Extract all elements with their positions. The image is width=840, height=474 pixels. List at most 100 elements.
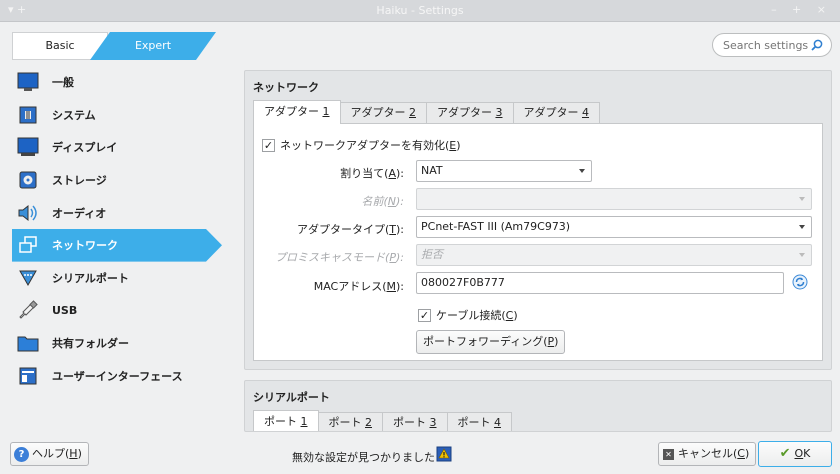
cable-connected-checkbox[interactable]: ✓ ケーブル接続(C): [418, 307, 518, 323]
ok-button[interactable]: ✔ OK: [758, 441, 832, 467]
sidebar-item-label: ネットワーク: [52, 239, 118, 253]
promiscuous-mode-label: プロミスキャスモード(P):: [275, 251, 404, 264]
checkbox-box[interactable]: ✓: [262, 138, 275, 152]
tab-label: ポート: [457, 416, 494, 429]
dialog-button-bar: ? ヘルプ(H) 無効な設定が見つかりました ✕ キャンセル(C) ✔ OK: [0, 432, 840, 474]
attached-to-value: NAT: [421, 164, 443, 177]
enable-adapter-label: ネットワークアダプターを有効化(E): [280, 139, 461, 152]
system-icon: [16, 103, 40, 127]
chevron-down-icon: [799, 225, 805, 229]
sidebar-item-label: ディスプレイ: [52, 141, 118, 155]
tab-number: 2: [409, 106, 416, 119]
sidebar-item-shared-folder[interactable]: 共有フォルダー: [12, 327, 222, 360]
help-button[interactable]: ? ヘルプ(H): [10, 442, 89, 466]
sidebar-item-label: システム: [52, 108, 96, 122]
promiscuous-mode-select[interactable]: 拒否: [416, 244, 812, 266]
search-input[interactable]: [723, 37, 811, 53]
adapter-type-select[interactable]: PCnet-FAST III (Am79C973): [416, 216, 812, 238]
mode-switch: Basic Expert: [12, 32, 216, 60]
checkmark-icon: ✔: [779, 446, 791, 461]
sidebar-item-label: USB: [52, 303, 78, 317]
sidebar-item-label: 共有フォルダー: [52, 337, 129, 351]
help-label: ヘルプ(H): [32, 447, 82, 460]
help-icon: ?: [14, 446, 29, 462]
window-title: Haiku - Settings: [376, 4, 464, 17]
window-controls[interactable]: – + ×: [771, 3, 832, 16]
sidebar-item-audio[interactable]: オーディオ: [12, 196, 222, 229]
serial-port-tabs: ポート 1 ポート 2 ポート 3 ポート 4: [253, 410, 512, 431]
search-icon[interactable]: [810, 38, 824, 52]
warning-icon[interactable]: [436, 446, 452, 462]
tab-label: アダプター: [437, 106, 496, 119]
shared-folder-icon: [16, 331, 40, 355]
sidebar-item-storage[interactable]: ストレージ: [12, 164, 222, 197]
network-icon: [16, 233, 40, 257]
tab-adapter-2[interactable]: アダプター 2: [339, 102, 427, 124]
tab-label: アダプター: [523, 106, 582, 119]
settings-sidebar: 一般 システム ディスプレイ ストレージ オーディオ ネットワーク シリアルポー…: [12, 66, 222, 392]
cancel-label: キャンセル(C): [678, 447, 750, 460]
sidebar-item-system[interactable]: システム: [12, 99, 222, 132]
sidebar-item-user-interface[interactable]: ユーザーインターフェース: [12, 359, 222, 392]
refresh-mac-icon[interactable]: [792, 274, 808, 290]
display-icon: [16, 135, 40, 159]
checkbox-box[interactable]: ✓: [418, 308, 431, 322]
name-select[interactable]: [416, 188, 812, 210]
title-bar: ▾ + Haiku - Settings – + ×: [0, 0, 840, 22]
tab-label: アダプター: [350, 106, 409, 119]
network-section: ネットワーク アダプター 1 アダプター 2 アダプター 3 アダプター 4 ✓…: [244, 70, 832, 370]
section-title: ネットワーク: [253, 81, 319, 94]
name-label: 名前(N):: [361, 195, 404, 208]
tab-label: ポート: [264, 415, 301, 428]
chevron-down-icon: [799, 197, 805, 201]
tab-label: アダプター: [264, 105, 323, 118]
adapter-tabs: アダプター 1 アダプター 2 アダプター 3 アダプター 4: [253, 100, 600, 124]
sidebar-item-display[interactable]: ディスプレイ: [12, 131, 222, 164]
tab-port-1[interactable]: ポート 1: [253, 410, 319, 431]
section-title: シリアルポート: [253, 391, 330, 404]
audio-icon: [16, 201, 40, 225]
tab-number: 1: [322, 105, 330, 118]
tab-number: 3: [495, 106, 503, 119]
tab-port-2[interactable]: ポート 2: [317, 412, 383, 431]
adapter-type-value: PCnet-FAST III (Am79C973): [421, 220, 571, 233]
tab-number: 4: [494, 416, 501, 429]
tab-number: 2: [365, 416, 372, 429]
close-icon: ✕: [663, 448, 674, 460]
port-forwarding-button[interactable]: ポートフォワーディング(P): [416, 330, 566, 354]
sidebar-item-serial-port[interactable]: シリアルポート: [12, 262, 222, 295]
serial-port-section: シリアルポート ポート 1 ポート 2 ポート 3 ポート 4: [244, 380, 832, 432]
sidebar-item-network[interactable]: ネットワーク: [12, 229, 222, 262]
tab-label: ポート: [393, 416, 430, 429]
sidebar-item-label: ユーザーインターフェース: [52, 369, 183, 383]
invalid-settings-message: 無効な設定が見つかりました: [292, 451, 435, 464]
tab-label: ポート: [328, 416, 365, 429]
sidebar-item-label: ストレージ: [52, 174, 107, 188]
tab-adapter-3[interactable]: アダプター 3: [426, 102, 514, 124]
adapter-panel: ✓ ネットワークアダプターを有効化(E) 割り当て(A): NAT 名前(N):…: [253, 123, 823, 361]
user-interface-icon: [16, 364, 40, 388]
tab-adapter-1[interactable]: アダプター 1: [253, 100, 341, 124]
sidebar-item-label: シリアルポート: [52, 271, 129, 285]
ok-label: OK: [794, 447, 811, 460]
attached-to-select[interactable]: NAT: [416, 160, 592, 182]
attached-to-label: 割り当て(A):: [340, 167, 404, 180]
sidebar-item-label: 一般: [52, 76, 74, 90]
promiscuous-mode-value: 拒否: [421, 248, 443, 261]
chevron-down-icon: [799, 253, 805, 257]
storage-icon: [16, 168, 40, 192]
sidebar-item-general[interactable]: 一般: [12, 66, 222, 99]
tab-port-3[interactable]: ポート 3: [382, 412, 448, 431]
tab-adapter-4[interactable]: アダプター 4: [512, 102, 600, 124]
general-icon: [16, 70, 40, 94]
sidebar-item-usb[interactable]: USB: [12, 294, 222, 327]
mac-address-input[interactable]: 080027F0B777: [416, 272, 784, 294]
adapter-type-label: アダプタータイプ(T):: [296, 223, 404, 236]
cancel-button[interactable]: ✕ キャンセル(C): [658, 442, 757, 466]
enable-adapter-checkbox[interactable]: ✓ ネットワークアダプターを有効化(E): [262, 137, 461, 153]
tab-port-4[interactable]: ポート 4: [446, 412, 512, 431]
tab-number: 4: [582, 106, 589, 119]
search-box: [712, 33, 832, 57]
tab-number: 3: [429, 416, 437, 429]
expert-mode-button[interactable]: Expert: [90, 32, 216, 60]
